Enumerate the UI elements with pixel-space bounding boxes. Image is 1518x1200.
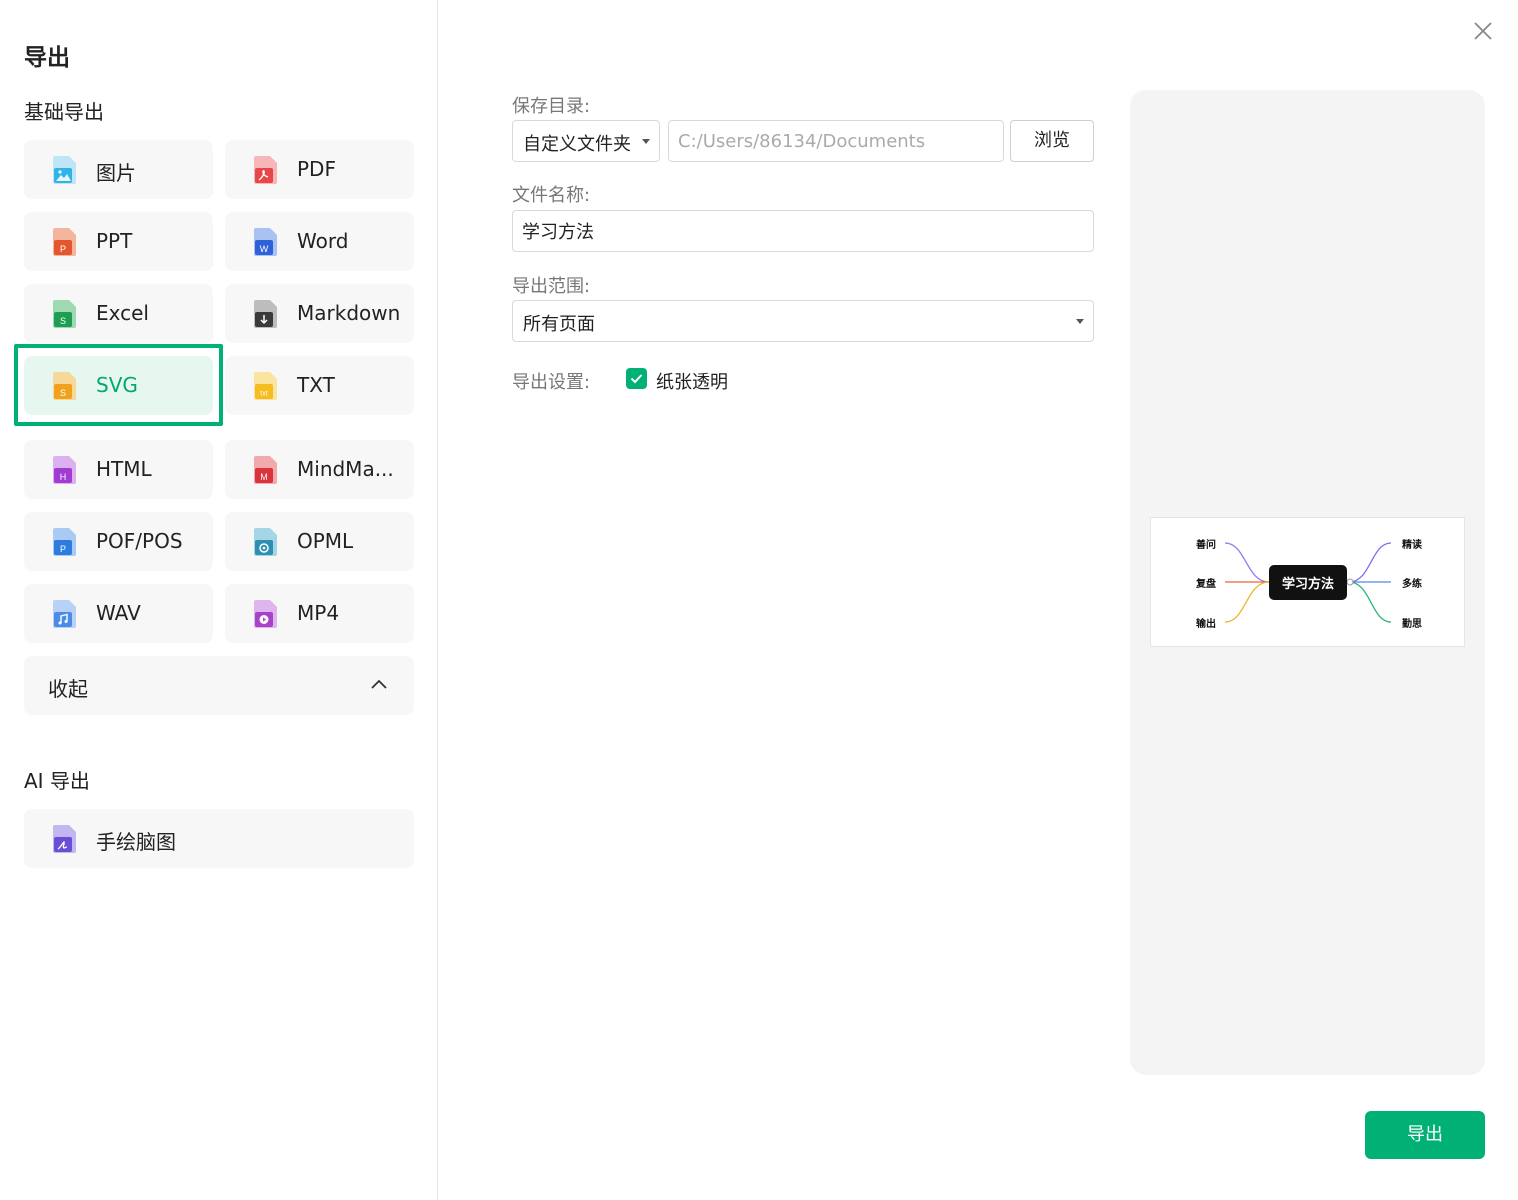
svg-text:S: S <box>60 388 66 398</box>
preview-node: 善问 <box>1196 538 1216 551</box>
dialog-title: 导出 <box>24 45 70 71</box>
format-label: PPT <box>96 229 133 253</box>
image-file-icon <box>53 156 76 184</box>
format-label: MP4 <box>297 601 340 625</box>
transparent-label: 纸张透明 <box>656 372 728 393</box>
format-label: TXT <box>297 373 335 397</box>
svg-text:P: P <box>60 544 66 554</box>
mindmap-preview: 学习方法 善问 复盘 输出 精读 多练 勤思 <box>1150 517 1465 647</box>
dropdown-caret-icon <box>1076 319 1084 324</box>
format-ppt-button[interactable]: P PPT <box>24 212 213 271</box>
svg-text:txt: txt <box>260 391 267 398</box>
format-txt-button[interactable]: txt TXT <box>225 356 414 415</box>
opml-file-icon <box>254 528 277 556</box>
preview-node: 输出 <box>1196 617 1216 630</box>
svg-text:W: W <box>260 244 269 254</box>
pof-file-icon: P <box>53 528 76 556</box>
html-file-icon: H <box>53 456 76 484</box>
checkmark-icon <box>630 374 643 384</box>
format-opml-button[interactable]: OPML <box>225 512 414 571</box>
folder-select[interactable]: 自定义文件夹 <box>512 120 660 162</box>
format-markdown-button[interactable]: Markdown <box>225 284 414 343</box>
word-file-icon: W <box>254 228 277 256</box>
format-label: MindMa... <box>297 457 394 481</box>
collapse-toggle[interactable]: 收起 <box>24 656 414 715</box>
format-pof-button[interactable]: P POF/POS <box>24 512 213 571</box>
wav-file-icon <box>53 600 76 628</box>
format-excel-button[interactable]: S Excel <box>24 284 213 343</box>
export-sidebar: 导出 基础导出 图片 PDF P PPT W Word S Excel Mark… <box>0 0 438 1200</box>
range-select[interactable]: 所有页面 <box>512 300 1094 342</box>
preview-node: 精读 <box>1402 538 1422 551</box>
format-label: OPML <box>297 529 354 553</box>
ppt-file-icon: P <box>53 228 76 256</box>
settings-label: 导出设置: <box>512 372 591 393</box>
filename-label: 文件名称: <box>512 185 591 206</box>
markdown-file-icon <box>254 300 277 328</box>
browse-button[interactable]: 浏览 <box>1010 120 1094 162</box>
format-wav-button[interactable]: WAV <box>24 584 213 643</box>
svg-text:H: H <box>60 472 67 482</box>
collapse-label: 收起 <box>48 677 88 701</box>
folder-select-value: 自定义文件夹 <box>523 134 631 155</box>
path-input[interactable] <box>668 120 1004 162</box>
format-word-button[interactable]: W Word <box>225 212 414 271</box>
format-label: 手绘脑图 <box>96 830 176 854</box>
filename-input[interactable] <box>512 210 1094 252</box>
svg-file-icon: S <box>53 372 76 400</box>
format-svg-button[interactable]: S SVG <box>24 356 213 415</box>
chevron-up-icon <box>371 679 387 689</box>
format-label: Markdown <box>297 301 401 325</box>
svg-text:M: M <box>260 472 268 482</box>
transparent-checkbox[interactable] <box>626 368 647 389</box>
export-settings-panel: 保存目录: 自定义文件夹 浏览 文件名称: 导出范围: 所有页面 导出设置: 纸… <box>439 0 1518 1200</box>
mp4-file-icon <box>254 600 277 628</box>
svg-text:S: S <box>60 316 66 326</box>
range-select-value: 所有页面 <box>523 314 595 335</box>
dropdown-caret-icon <box>642 139 650 144</box>
svg-text:P: P <box>60 244 66 254</box>
format-label: 图片 <box>96 161 136 185</box>
format-html-button[interactable]: H HTML <box>24 440 213 499</box>
excel-file-icon: S <box>53 300 76 328</box>
pdf-file-icon <box>254 156 277 184</box>
format-label: Word <box>297 229 349 253</box>
format-mindmanager-button[interactable]: M MindMa... <box>225 440 414 499</box>
format-label: PDF <box>297 157 336 181</box>
format-handdrawn-mindmap-button[interactable]: 手绘脑图 <box>24 809 414 868</box>
format-label: HTML <box>96 457 152 481</box>
format-label: WAV <box>96 601 141 625</box>
format-image-button[interactable]: 图片 <box>24 140 213 199</box>
mindmanager-file-icon: M <box>254 456 277 484</box>
range-label: 导出范围: <box>512 276 591 297</box>
format-pdf-button[interactable]: PDF <box>225 140 414 199</box>
ai-export-title: AI 导出 <box>24 769 90 793</box>
preview-center-node: 学习方法 <box>1282 576 1334 592</box>
export-button[interactable]: 导出 <box>1365 1111 1485 1159</box>
format-label: Excel <box>96 301 149 325</box>
close-icon[interactable] <box>1472 20 1494 42</box>
preview-panel: 学习方法 善问 复盘 输出 精读 多练 勤思 <box>1130 90 1485 1075</box>
mindmap-preview-drawing: 学习方法 善问 复盘 输出 精读 多练 勤思 <box>1195 538 1422 630</box>
format-label: POF/POS <box>96 529 183 553</box>
txt-file-icon: txt <box>254 372 277 400</box>
format-mp4-button[interactable]: MP4 <box>225 584 414 643</box>
handdrawn-mindmap-icon <box>53 825 76 853</box>
save-dir-label: 保存目录: <box>512 96 591 117</box>
preview-node: 复盘 <box>1195 577 1216 590</box>
format-label: SVG <box>96 373 138 397</box>
preview-node: 勤思 <box>1402 617 1422 630</box>
preview-node: 多练 <box>1402 577 1422 590</box>
basic-export-title: 基础导出 <box>24 100 104 124</box>
